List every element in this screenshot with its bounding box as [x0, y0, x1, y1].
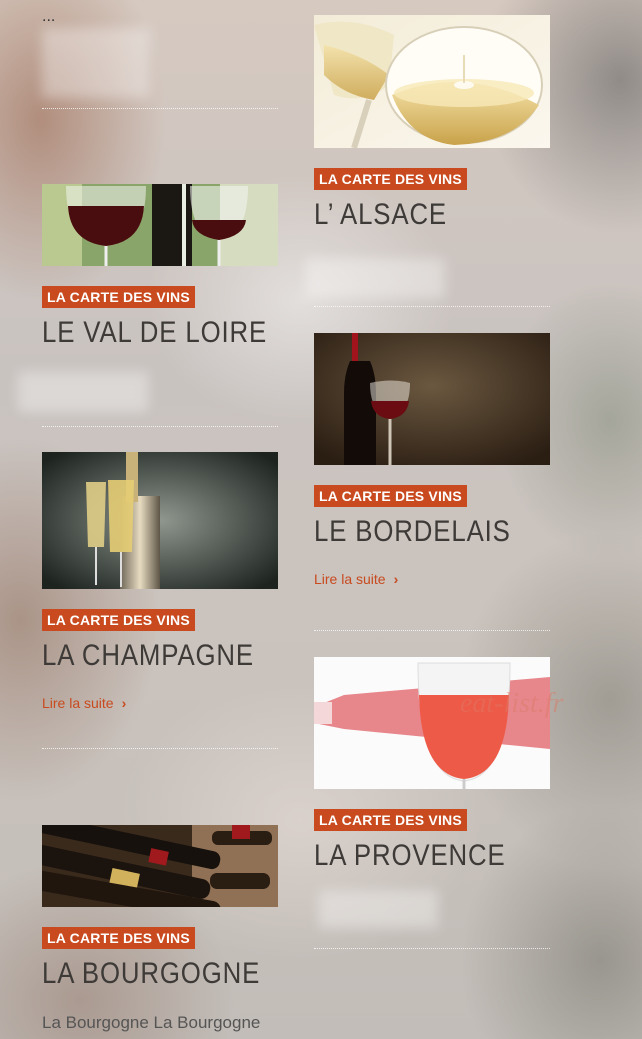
watermark: eat-list.fr	[460, 688, 564, 719]
article-title[interactable]: LE BORDELAIS	[314, 515, 517, 549]
article-thumbnail[interactable]	[314, 657, 550, 789]
divider	[314, 630, 550, 631]
read-more-label: Lire la suite	[314, 571, 386, 587]
category-badge[interactable]: LA CARTE DES VINS	[42, 609, 195, 631]
category-badge[interactable]: LA CARTE DES VINS	[314, 485, 467, 507]
article-card-champagne: LA CARTE DES VINS LA CHAMPAGNE Lire la s…	[42, 452, 278, 711]
article-card-alsace: LA CARTE DES VINS L’ ALSACE	[314, 15, 550, 232]
ellipsis-text: ...	[42, 8, 56, 25]
article-card-bordelais: LA CARTE DES VINS LE BORDELAIS Lire la s…	[314, 333, 550, 587]
chevron-right-icon: ›	[121, 695, 127, 711]
article-thumbnail[interactable]	[314, 15, 550, 148]
article-title[interactable]: LA PROVENCE	[314, 839, 517, 873]
article-thumbnail[interactable]	[314, 333, 550, 465]
read-more-label: Lire la suite	[42, 695, 114, 711]
category-badge[interactable]: LA CARTE DES VINS	[42, 286, 195, 308]
article-card-bourgogne: LA CARTE DES VINS LA BOURGOGNE La Bourgo…	[42, 825, 278, 1033]
wine-bottles-rack-image	[42, 825, 278, 907]
white-wine-glasses-image	[314, 15, 550, 148]
red-wine-bottle-glass-image	[314, 333, 550, 465]
divider	[42, 426, 278, 427]
article-card-val-de-loire: LA CARTE DES VINS LE VAL DE LOIRE	[42, 184, 278, 350]
divider	[314, 306, 550, 307]
article-title[interactable]: LA CHAMPAGNE	[42, 639, 253, 673]
blurred-placeholder	[305, 258, 445, 298]
blurred-placeholder	[18, 372, 148, 412]
divider	[42, 108, 278, 109]
category-badge[interactable]: LA CARTE DES VINS	[314, 809, 467, 831]
article-thumbnail[interactable]	[42, 184, 278, 266]
article-excerpt: La Bourgogne La Bourgogne	[42, 1013, 261, 1032]
divider	[314, 948, 550, 949]
category-badge[interactable]: LA CARTE DES VINS	[314, 168, 467, 190]
category-badge[interactable]: LA CARTE DES VINS	[42, 927, 195, 949]
blurred-placeholder	[42, 28, 150, 98]
champagne-flutes-bucket-image	[42, 452, 278, 589]
blurred-placeholder	[318, 890, 438, 928]
chevron-right-icon: ›	[393, 571, 399, 587]
rose-wine-glass-image	[314, 657, 550, 789]
red-wine-glasses-image	[42, 184, 278, 266]
divider	[42, 748, 278, 749]
read-more-link[interactable]: Lire la suite ›	[314, 571, 550, 587]
article-title[interactable]: LA BOURGOGNE	[42, 957, 259, 991]
article-title[interactable]: L’ ALSACE	[314, 198, 517, 232]
article-title[interactable]: LE VAL DE LOIRE	[42, 316, 266, 350]
article-thumbnail[interactable]	[42, 452, 278, 589]
read-more-link[interactable]: Lire la suite ›	[42, 695, 278, 711]
article-thumbnail[interactable]	[42, 825, 278, 907]
